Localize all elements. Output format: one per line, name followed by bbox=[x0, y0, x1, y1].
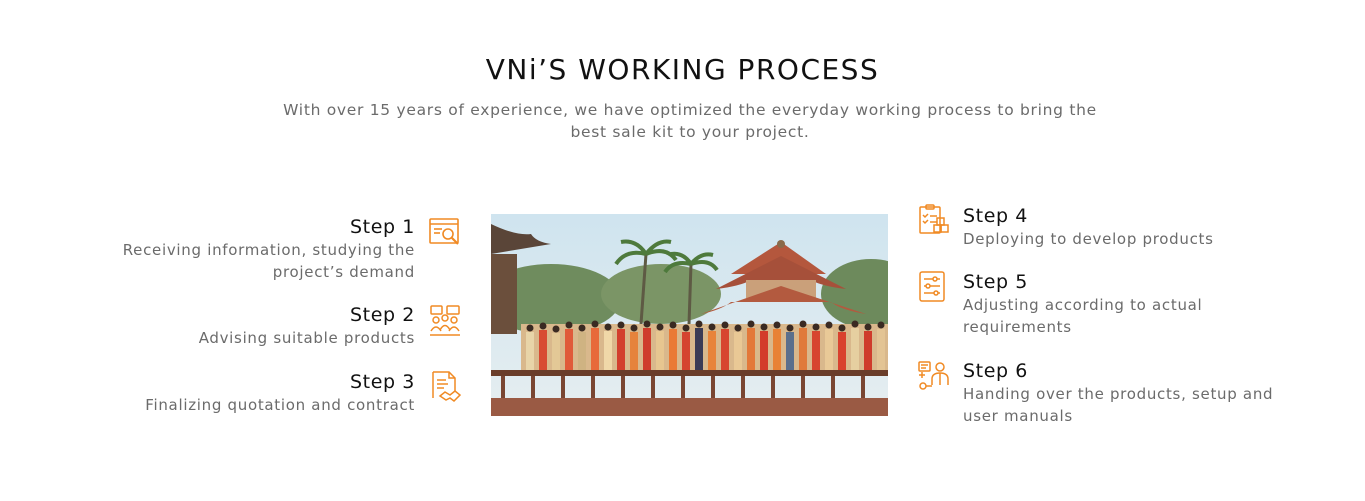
step-2: Step 2 Advising suitable products bbox=[95, 303, 415, 349]
step-5-description: Adjusting according to actual requiremen… bbox=[963, 296, 1203, 336]
step-6: Step 6 Handing over the products, setup … bbox=[963, 359, 1293, 427]
adjust-sliders-icon bbox=[917, 270, 951, 304]
search-document-icon bbox=[428, 216, 462, 250]
handover-person-icon bbox=[917, 359, 951, 393]
step-6-description: Handing over the products, setup and use… bbox=[963, 385, 1274, 425]
step-3-description: Finalizing quotation and contract bbox=[145, 396, 415, 414]
step-4-description: Deploying to develop products bbox=[963, 230, 1214, 248]
step-2-description: Advising suitable products bbox=[198, 329, 415, 347]
section-subtitle: With over 15 years of experience, we hav… bbox=[283, 101, 1097, 141]
step-1-description: Receiving information, studying the proj… bbox=[122, 241, 415, 281]
step-1-title: Step 1 bbox=[350, 216, 415, 238]
team-consult-icon bbox=[428, 304, 462, 338]
step-6-title: Step 6 bbox=[963, 360, 1028, 382]
step-3-title: Step 3 bbox=[350, 371, 415, 393]
step-4-title: Step 4 bbox=[963, 205, 1028, 227]
step-1: Step 1 Receiving information, studying t… bbox=[95, 215, 415, 283]
step-5-title: Step 5 bbox=[963, 271, 1028, 293]
checklist-boxes-icon bbox=[917, 204, 951, 238]
step-5: Step 5 Adjusting according to actual req… bbox=[963, 270, 1263, 338]
team-group-photo bbox=[491, 214, 888, 416]
contract-handshake-icon bbox=[428, 370, 462, 404]
step-4: Step 4 Deploying to develop products bbox=[963, 204, 1293, 250]
section-title: VNi’S WORKING PROCESS bbox=[485, 53, 880, 86]
step-2-title: Step 2 bbox=[350, 304, 415, 326]
step-3: Step 3 Finalizing quotation and contract bbox=[95, 370, 415, 416]
